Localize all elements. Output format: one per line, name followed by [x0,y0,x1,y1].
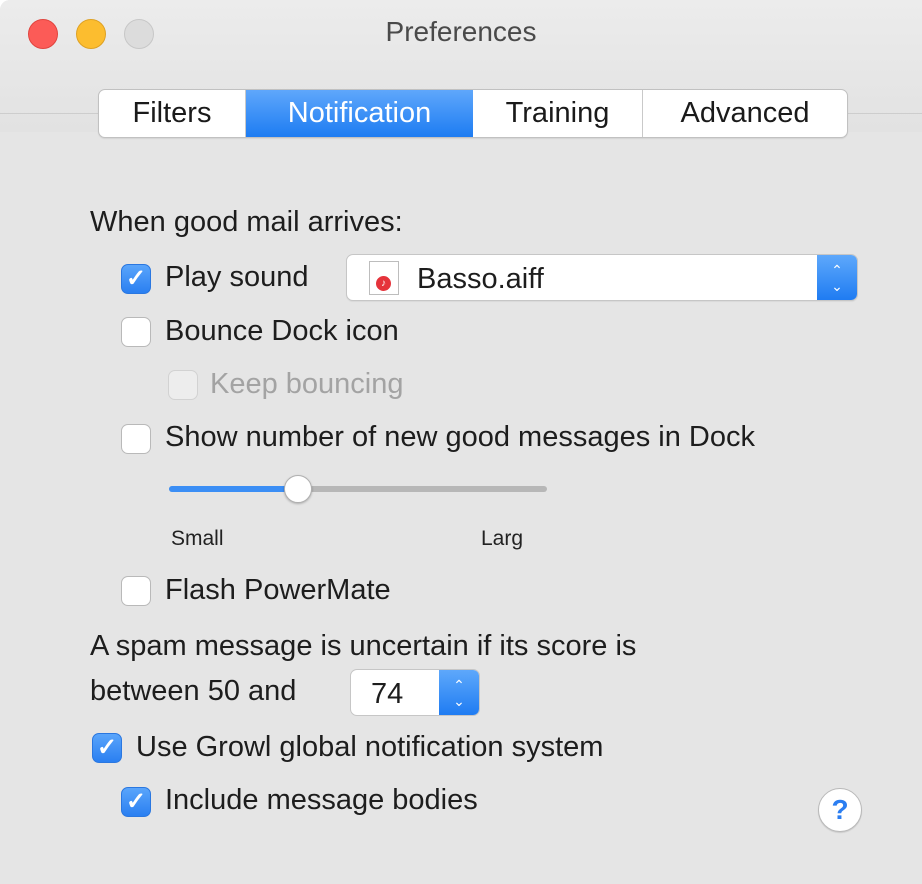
spam-threshold-value: 74 [371,678,404,710]
show-number-checkbox[interactable] [121,424,151,454]
stepper-chevron-icon[interactable]: ⌃ ⌄ [439,670,479,715]
window-title: Preferences [385,16,537,47]
tab-training[interactable]: Training [473,90,643,137]
tab-notification[interactable]: Notification [246,90,473,137]
keep-bouncing-label: Keep bouncing [210,368,404,400]
slider-knob[interactable] [283,475,312,503]
flash-powermate-label: Flash PowerMate [165,574,391,606]
bounce-dock-label: Bounce Dock icon [165,315,399,347]
tab-bar: Filters Notification Training Advanced [98,89,848,138]
use-growl-label: Use Growl global notification system [136,731,604,763]
include-bodies-label: Include message bodies [165,784,478,816]
slider-min-label: Small [171,527,224,550]
include-bodies-checkbox[interactable]: ✓ [121,787,151,817]
sound-popup-value: Basso.aiff [417,263,544,295]
audio-file-icon: ♪ [369,261,399,295]
use-growl-checkbox[interactable]: ✓ [92,733,122,763]
sound-popup[interactable]: ♪ Basso.aiff ⌃ ⌄ [346,254,858,301]
help-button[interactable]: ? [818,788,862,832]
bounce-dock-checkbox[interactable] [121,317,151,347]
good-mail-heading: When good mail arrives: [90,206,403,238]
spam-threshold-text-2: between 50 and [90,675,297,707]
preferences-window: Preferences Filters Notification Trainin… [0,0,922,884]
slider-fill [169,486,298,492]
play-sound-checkbox[interactable]: ✓ [121,264,151,294]
slider-max-label: Larg [481,527,524,550]
play-sound-label: Play sound [165,261,309,293]
popup-chevron-icon: ⌃ ⌄ [817,255,857,300]
tab-advanced[interactable]: Advanced [643,90,847,137]
badge-size-slider[interactable] [169,475,547,503]
flash-powermate-checkbox[interactable] [121,576,151,606]
tab-filters[interactable]: Filters [99,90,246,137]
show-number-label: Show number of new good messages in Dock [165,421,755,453]
keep-bouncing-checkbox[interactable] [168,370,198,400]
spam-threshold-text: A spam message is uncertain if its score… [90,630,637,662]
spam-threshold-stepper[interactable]: 74 ⌃ ⌄ [350,669,480,716]
